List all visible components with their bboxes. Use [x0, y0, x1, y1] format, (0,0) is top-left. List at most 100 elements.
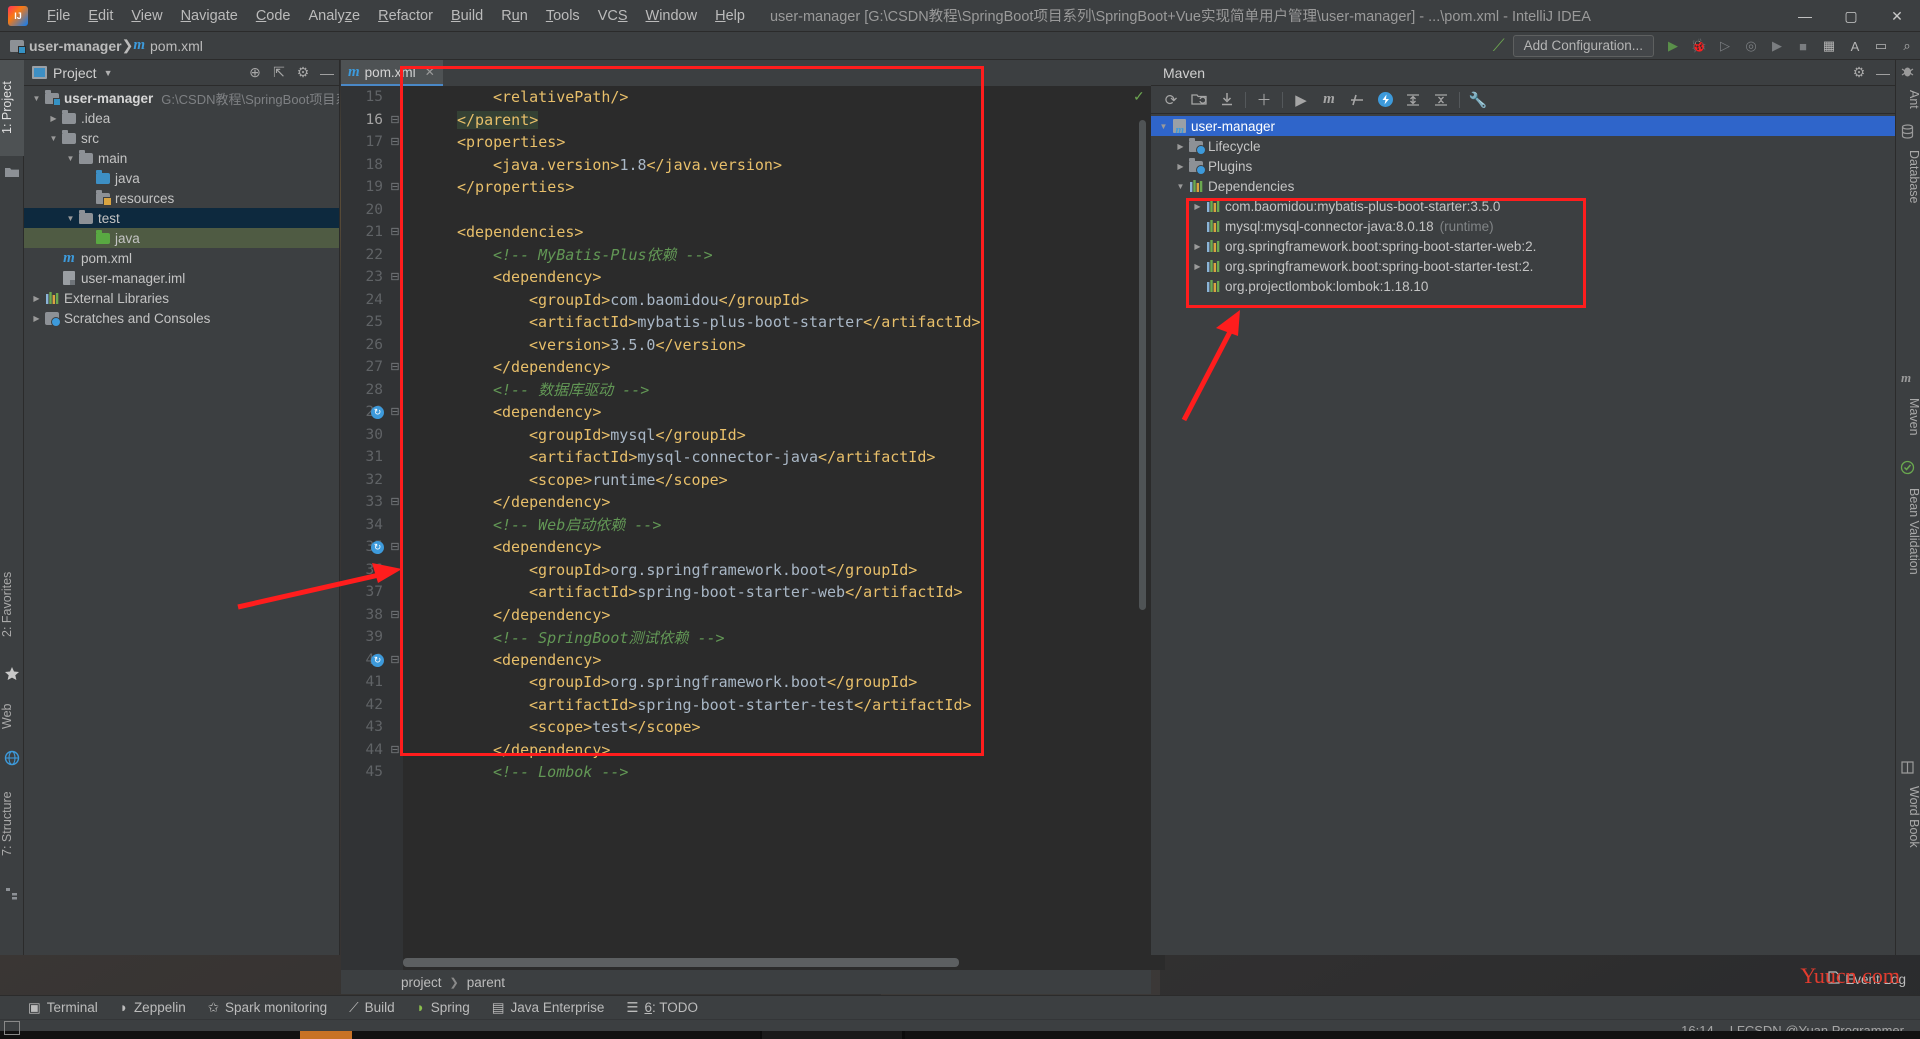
bottom-tab-zeppelin[interactable]: ◗ Zeppelin: [120, 1000, 186, 1015]
code-fold-marker-icon[interactable]: ⊟: [390, 225, 400, 238]
code-line-content[interactable]: <!-- MyBatis-Plus依赖 -->: [341, 244, 1151, 267]
bottom-tab-build[interactable]: ⟋ Build: [349, 1000, 394, 1016]
sidebar-item-word-book[interactable]: Word Book: [1896, 778, 1920, 856]
code-line[interactable]: 39 <!-- SpringBoot测试依赖 -->: [341, 626, 1151, 649]
sidebar-item-structure[interactable]: 7: Structure: [0, 770, 24, 878]
maven-tree-row[interactable]: ▼ Dependencies: [1151, 176, 1895, 196]
project-tree-row[interactable]: ▶ .idea: [24, 108, 339, 128]
hide-panel-icon[interactable]: —: [315, 61, 339, 85]
project-structure-icon[interactable]: ▦: [1816, 34, 1842, 58]
project-tree-row[interactable]: ▶ resources: [24, 188, 339, 208]
breadcrumb-file[interactable]: m pom.xml: [133, 37, 203, 54]
collapse-all-icon[interactable]: ⇱: [267, 61, 291, 85]
editor-breadcrumb-parent[interactable]: parent: [467, 975, 505, 990]
editor-tab-pom-xml[interactable]: m pom.xml ✕: [341, 60, 443, 86]
code-line-content[interactable]: <scope> test </scope>: [341, 716, 1151, 739]
code-line[interactable]: 21 ⊟ <dependencies>: [341, 221, 1151, 244]
code-line[interactable]: 26 <version> 3.5.0 </version>: [341, 334, 1151, 357]
chevron-right-icon[interactable]: ▶: [1174, 136, 1187, 156]
code-fold-marker-icon[interactable]: ⊟: [390, 270, 400, 283]
code-line-content[interactable]: <dependency>: [341, 266, 1151, 289]
code-line[interactable]: 29↻⊟<dependency>: [341, 401, 1151, 424]
maven-tree-row[interactable]: ▼ user-manager: [1151, 116, 1895, 136]
breadcrumb-module[interactable]: user-manager: [10, 38, 122, 54]
code-line-content[interactable]: <version> 3.5.0 </version>: [341, 334, 1151, 357]
menu-edit[interactable]: Edit: [79, 4, 122, 28]
window-controls[interactable]: — ▢ ✕: [1782, 0, 1920, 32]
chevron-right-icon[interactable]: ▶: [47, 108, 60, 128]
code-line-content[interactable]: </dependency>: [341, 604, 1151, 627]
plus-icon[interactable]: ＋: [1250, 87, 1278, 113]
stop-button-icon[interactable]: ■: [1790, 34, 1816, 58]
menu-help[interactable]: Help: [706, 4, 754, 28]
maven-m-icon[interactable]: m: [1315, 87, 1343, 113]
menu-file[interactable]: File: [38, 4, 79, 28]
code-fold-marker-icon[interactable]: ⊟: [390, 743, 400, 756]
maven-tree-row[interactable]: ▶ org.springframework.boot:spring-boot-st…: [1151, 236, 1895, 256]
settings-wrench-icon[interactable]: 🔧: [1464, 87, 1492, 113]
code-line-content[interactable]: <dependency>: [341, 649, 1151, 672]
code-line[interactable]: 24 <groupId> com.baomidou </groupId>: [341, 289, 1151, 312]
menu-view[interactable]: View: [122, 4, 171, 28]
maven-reimport-gutter-icon[interactable]: ↻: [371, 541, 384, 554]
code-line-content[interactable]: <groupId> org.springframework.boot </group…: [341, 671, 1151, 694]
search-icon[interactable]: ⌕: [1894, 34, 1920, 58]
code-fold-marker-icon[interactable]: ⊟: [390, 495, 400, 508]
maven-tree-row[interactable]: ▶ Plugins: [1151, 156, 1895, 176]
chevron-down-icon[interactable]: ▼: [1174, 176, 1187, 196]
code-line[interactable]: 22 <!-- MyBatis-Plus依赖 -->: [341, 244, 1151, 267]
maven-tree-row[interactable]: ▶ com.baomidou:mybatis-plus-boot-starter:…: [1151, 196, 1895, 216]
menu-window[interactable]: Window: [637, 4, 707, 28]
chevron-right-icon[interactable]: ▶: [1191, 256, 1204, 276]
bottom-tool-window-bar[interactable]: ▣ Terminal ◗ Zeppelin ✩ Spark monitoring ⟋ Buil…: [0, 995, 1920, 1019]
code-line-content[interactable]: [341, 199, 1151, 222]
sidebar-item-ant[interactable]: Ant: [1896, 82, 1920, 117]
code-line-content[interactable]: <dependency>: [341, 401, 1151, 424]
project-tree-row[interactable]: ▶m pom.xml: [24, 248, 339, 268]
code-line[interactable]: 38 ⊟ </dependency>: [341, 604, 1151, 627]
code-line[interactable]: 16 ⊟ </parent>: [341, 109, 1151, 132]
expand-all-icon[interactable]: [1399, 87, 1427, 113]
code-line-content[interactable]: <artifactId> mybatis-plus-boot-starter </a…: [341, 311, 1151, 334]
run-anything-icon[interactable]: ▶: [1764, 34, 1790, 58]
project-tree-row[interactable]: ▶ External Libraries: [24, 288, 339, 308]
select-opened-file-icon[interactable]: ⊕: [243, 61, 267, 85]
chevron-right-icon[interactable]: ▶: [1191, 196, 1204, 216]
chevron-right-icon[interactable]: ▶: [81, 188, 94, 208]
run-with-coverage-icon[interactable]: ▷: [1712, 34, 1738, 58]
code-fold-marker-icon[interactable]: ⊟: [390, 653, 400, 666]
menu-tools[interactable]: Tools: [537, 4, 589, 28]
code-line-content[interactable]: <artifactId> spring-boot-starter-test </ar…: [341, 694, 1151, 717]
code-fold-marker-icon[interactable]: ⊟: [390, 360, 400, 373]
code-line[interactable]: 43 <scope> test </scope>: [341, 716, 1151, 739]
code-line-content[interactable]: <properties>: [341, 131, 1151, 154]
code-line-content[interactable]: </parent>: [341, 109, 1151, 132]
maven-reimport-gutter-icon[interactable]: ↻: [371, 653, 384, 667]
code-line[interactable]: 20: [341, 199, 1151, 222]
chevron-right-icon[interactable]: ▶: [30, 308, 43, 328]
code-line-content[interactable]: </dependency>: [341, 356, 1151, 379]
code-line[interactable]: 42 <artifactId> spring-boot-starter-test </…: [341, 694, 1151, 717]
inspection-ok-icon[interactable]: ✓: [1133, 88, 1145, 105]
menu-vcs[interactable]: VCS: [589, 4, 637, 28]
code-fold-marker-icon[interactable]: ⊟: [390, 540, 400, 553]
code-line-content[interactable]: <artifactId> mysql-connector-java </artifa…: [341, 446, 1151, 469]
code-line-content[interactable]: <scope> runtime </scope>: [341, 469, 1151, 492]
layout-icon[interactable]: ▭: [1868, 34, 1894, 58]
code-line-content[interactable]: <java.version> 1.8 </java.version>: [341, 154, 1151, 177]
code-line[interactable]: 17 ⊟ <properties>: [341, 131, 1151, 154]
chevron-down-icon[interactable]: ▼: [64, 208, 77, 228]
maven-reimport-gutter-icon[interactable]: ↻: [371, 406, 384, 419]
code-line[interactable]: 45 <!-- Lombok -->: [341, 761, 1151, 784]
skip-tests-icon[interactable]: [1343, 87, 1371, 113]
code-line[interactable]: 18 <java.version> 1.8 </java.version>: [341, 154, 1151, 177]
code-line[interactable]: 28 <!-- 数据库驱动 -->: [341, 379, 1151, 402]
code-fold-marker-icon[interactable]: ⊟: [390, 405, 400, 418]
close-button[interactable]: ✕: [1874, 0, 1920, 32]
code-line[interactable]: 40↻⊟<dependency>: [341, 649, 1151, 672]
bottom-tab-terminal[interactable]: ▣ Terminal: [28, 1000, 98, 1016]
gear-icon[interactable]: ⚙: [1847, 61, 1871, 85]
menu-analyze[interactable]: Analyze: [300, 4, 370, 28]
reload-icon[interactable]: ⟳: [1157, 87, 1185, 113]
menu-refactor[interactable]: Refactor: [369, 4, 442, 28]
